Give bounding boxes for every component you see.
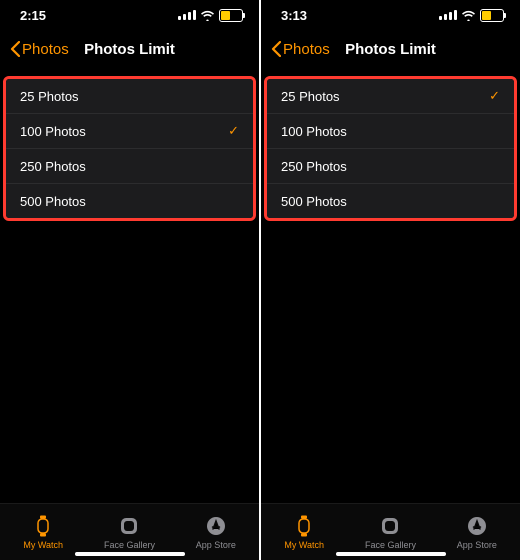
battery-fill	[221, 11, 230, 20]
tab-label: My Watch	[284, 540, 324, 550]
option-label: 500 Photos	[20, 194, 86, 209]
phone-screen-right: 3:13 Photos Photos Limit 25 Photos ✓ 100…	[261, 0, 520, 560]
photos-limit-options: 25 Photos 100 Photos ✓ 250 Photos 500 Ph…	[6, 79, 253, 218]
watch-icon	[292, 514, 316, 538]
wifi-icon	[461, 10, 476, 21]
option-label: 250 Photos	[20, 159, 86, 174]
chevron-left-icon	[10, 41, 20, 57]
tab-label: My Watch	[23, 540, 63, 550]
face-gallery-icon	[117, 514, 141, 538]
option-label: 500 Photos	[281, 194, 347, 209]
option-row[interactable]: 500 Photos	[267, 184, 514, 218]
checkmark-icon: ✓	[228, 123, 239, 139]
status-bar: 2:15	[0, 0, 259, 30]
tab-label: Face Gallery	[365, 540, 416, 550]
tab-app-store[interactable]: App Store	[434, 504, 520, 560]
option-label: 25 Photos	[20, 89, 79, 104]
nav-bar: Photos Photos Limit	[0, 30, 259, 68]
cellular-icon	[439, 10, 457, 20]
tab-app-store[interactable]: App Store	[173, 504, 259, 560]
photos-limit-options: 25 Photos ✓ 100 Photos 250 Photos 500 Ph…	[267, 79, 514, 218]
chevron-left-icon	[271, 41, 281, 57]
tab-label: Face Gallery	[104, 540, 155, 550]
home-indicator	[336, 552, 446, 556]
options-highlight: 25 Photos ✓ 100 Photos 250 Photos 500 Ph…	[264, 76, 517, 221]
back-button[interactable]: Photos	[10, 41, 69, 58]
option-row[interactable]: 25 Photos	[6, 79, 253, 114]
status-bar: 3:13	[261, 0, 520, 30]
app-store-icon	[204, 514, 228, 538]
tab-my-watch[interactable]: My Watch	[261, 504, 347, 560]
phone-screen-left: 2:15 Photos Photos Limit 25 Photos 100 P…	[0, 0, 259, 560]
option-label: 25 Photos	[281, 89, 340, 104]
option-row[interactable]: 250 Photos	[267, 149, 514, 184]
battery-fill	[482, 11, 491, 20]
option-row[interactable]: 100 Photos ✓	[6, 114, 253, 149]
status-time: 2:15	[20, 8, 46, 23]
option-label: 100 Photos	[20, 124, 86, 139]
back-label: Photos	[22, 41, 69, 58]
option-row[interactable]: 25 Photos ✓	[267, 79, 514, 114]
wifi-icon	[200, 10, 215, 21]
options-highlight: 25 Photos 100 Photos ✓ 250 Photos 500 Ph…	[3, 76, 256, 221]
content-spacer	[261, 221, 520, 503]
nav-bar: Photos Photos Limit	[261, 30, 520, 68]
tab-label: App Store	[196, 540, 236, 550]
option-row[interactable]: 100 Photos	[267, 114, 514, 149]
back-button[interactable]: Photos	[271, 41, 330, 58]
face-gallery-icon	[378, 514, 402, 538]
option-label: 250 Photos	[281, 159, 347, 174]
tab-label: App Store	[457, 540, 497, 550]
content-spacer	[0, 221, 259, 503]
option-row[interactable]: 250 Photos	[6, 149, 253, 184]
watch-icon	[31, 514, 55, 538]
cellular-icon	[178, 10, 196, 20]
checkmark-icon: ✓	[489, 88, 500, 104]
back-label: Photos	[283, 41, 330, 58]
option-label: 100 Photos	[281, 124, 347, 139]
tab-my-watch[interactable]: My Watch	[0, 504, 86, 560]
app-store-icon	[465, 514, 489, 538]
battery-icon	[219, 9, 243, 22]
option-row[interactable]: 500 Photos	[6, 184, 253, 218]
status-time: 3:13	[281, 8, 307, 23]
battery-icon	[480, 9, 504, 22]
home-indicator	[75, 552, 185, 556]
